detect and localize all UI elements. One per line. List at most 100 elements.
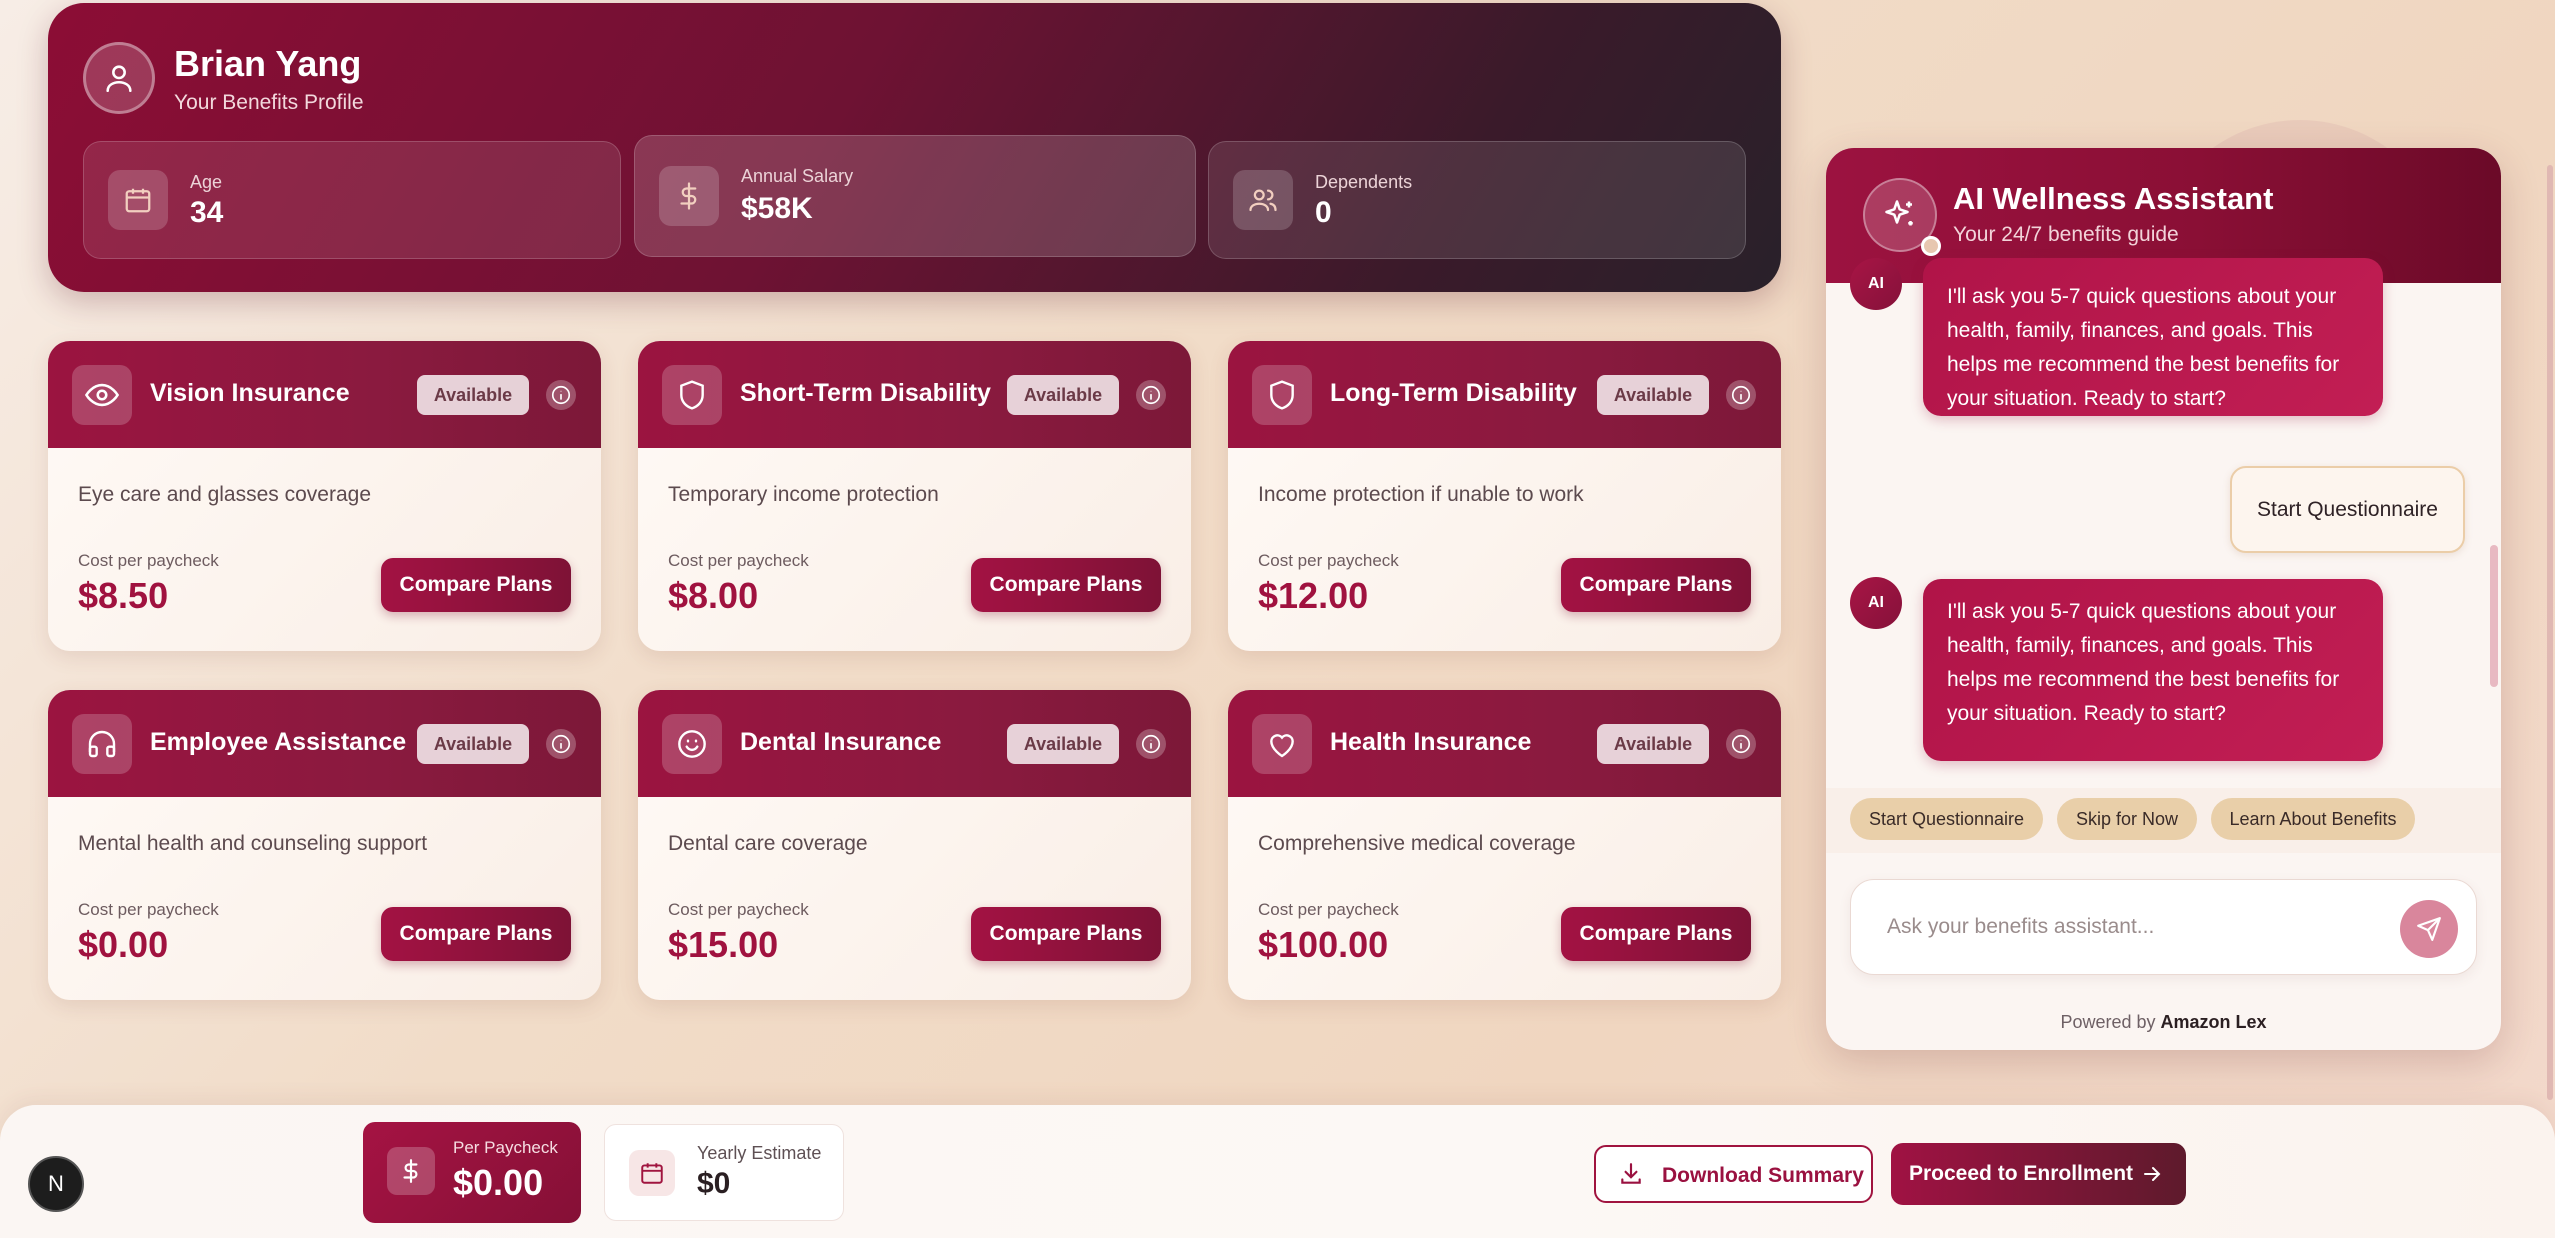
quick-reply-skip[interactable]: Skip for Now (2057, 798, 2197, 840)
card-title: Employee Assistance (150, 728, 407, 756)
card-price: $0.00 (78, 924, 169, 965)
quick-reply-start-questionnaire[interactable]: Start Questionnaire (1850, 798, 2043, 840)
card-title: Dental Insurance (740, 728, 942, 756)
cost-label: Cost per paycheck (668, 900, 809, 919)
card-description: Eye care and glasses coverage (78, 483, 372, 506)
cost-label: Cost per paycheck (78, 900, 219, 919)
yearly-estimate-summary: Yearly Estimate $0 (604, 1124, 844, 1221)
card-header: Health Insurance Available (1228, 690, 1781, 797)
card-title: Long-Term Disability (1330, 379, 1577, 407)
download-label: Download Summary (1662, 1164, 1864, 1187)
info-icon[interactable] (546, 729, 576, 759)
benefit-card-long-term-disability: Long-Term Disability Available Income pr… (1228, 341, 1781, 651)
status-badge: Available (417, 375, 529, 415)
stat-dependents: Dependents 0 (1208, 141, 1746, 259)
card-header: Short-Term Disability Available (638, 341, 1191, 448)
shield-icon (1252, 365, 1312, 425)
powered-by: Powered by Amazon Lex (1826, 1012, 2501, 1033)
compare-plans-button[interactable]: Compare Plans (971, 558, 1161, 612)
ai-avatar: AI (1850, 258, 1902, 310)
stat-salary: Annual Salary $58K (634, 135, 1196, 257)
per-paycheck-summary: Per Paycheck $0.00 (363, 1122, 581, 1223)
chat-widget: AI Wellness Assistant Your 24/7 benefits… (1826, 148, 2501, 1050)
stat-value: 0 (1315, 196, 1332, 229)
cost-label: Cost per paycheck (1258, 551, 1399, 570)
cost-label: Cost per paycheck (1258, 900, 1399, 919)
eye-icon (72, 365, 132, 425)
chat-subtitle: Your 24/7 benefits guide (1953, 223, 2179, 246)
dev-badge[interactable]: N (28, 1156, 84, 1212)
chat-input-container (1850, 879, 2477, 975)
benefit-card-health: Health Insurance Available Comprehensive… (1228, 690, 1781, 1000)
ai-message: I'll ask you 5-7 quick questions about y… (1923, 258, 2383, 416)
powered-prefix: Powered by (2060, 1012, 2156, 1032)
card-header: Long-Term Disability Available (1228, 341, 1781, 448)
stat-age: Age 34 (83, 141, 621, 259)
benefit-card-vision: Vision Insurance Available Eye care and … (48, 341, 601, 651)
card-price: $15.00 (668, 924, 779, 965)
chat-scrollbar[interactable] (2490, 545, 2498, 687)
status-badge: Available (1007, 724, 1119, 764)
card-title: Health Insurance (1330, 728, 1532, 756)
page-scrollbar[interactable] (2547, 165, 2553, 1100)
card-title: Short-Term Disability (740, 379, 991, 407)
dollar-icon (387, 1147, 435, 1195)
info-icon[interactable] (1136, 729, 1166, 759)
info-icon[interactable] (1726, 729, 1756, 759)
user-avatar (83, 42, 155, 114)
card-description: Temporary income protection (668, 483, 939, 506)
headphones-icon (72, 714, 132, 774)
compare-plans-button[interactable]: Compare Plans (971, 907, 1161, 961)
proceed-to-enrollment-button[interactable]: Proceed to Enrollment (1891, 1143, 2186, 1205)
dollar-icon (659, 166, 719, 226)
online-indicator (1921, 236, 1941, 256)
benefit-card-employee-assistance: Employee Assistance Available Mental hea… (48, 690, 601, 1000)
send-button[interactable] (2400, 900, 2458, 958)
quick-reply-learn[interactable]: Learn About Benefits (2211, 798, 2415, 840)
status-badge: Available (417, 724, 529, 764)
compare-plans-button[interactable]: Compare Plans (1561, 907, 1751, 961)
benefit-card-dental: Dental Insurance Available Dental care c… (638, 690, 1191, 1000)
profile-subtitle: Your Benefits Profile (174, 91, 364, 114)
calendar-icon (108, 170, 168, 230)
card-price: $100.00 (1258, 924, 1389, 965)
ai-message: I'll ask you 5-7 quick questions about y… (1923, 579, 2383, 761)
compare-plans-button[interactable]: Compare Plans (381, 558, 571, 612)
stat-label: Annual Salary (741, 166, 854, 186)
info-icon[interactable] (1136, 380, 1166, 410)
calendar-icon (629, 1150, 675, 1196)
info-icon[interactable] (546, 380, 576, 410)
powered-brand: Amazon Lex (2160, 1012, 2267, 1032)
profile-header: Brian Yang Your Benefits Profile Age 34 … (48, 3, 1781, 292)
info-icon[interactable] (1726, 380, 1756, 410)
card-title: Vision Insurance (150, 379, 350, 407)
status-badge: Available (1597, 375, 1709, 415)
cost-label: Cost per paycheck (78, 551, 219, 570)
chat-input[interactable] (1871, 898, 2381, 956)
download-summary-button[interactable]: Download Summary (1594, 1145, 1873, 1203)
card-header: Dental Insurance Available (638, 690, 1191, 797)
chat-title: AI Wellness Assistant (1953, 181, 2274, 216)
status-badge: Available (1597, 724, 1709, 764)
quick-replies: Start Questionnaire Skip for Now Learn A… (1826, 788, 2501, 853)
cost-label: Cost per paycheck (668, 551, 809, 570)
per-paycheck-value: $0.00 (453, 1162, 544, 1203)
card-price: $8.00 (668, 575, 759, 616)
heart-icon (1252, 714, 1312, 774)
compare-plans-button[interactable]: Compare Plans (1561, 558, 1751, 612)
card-description: Income protection if unable to work (1258, 483, 1584, 506)
enroll-label: Proceed to Enrollment (1909, 1162, 2134, 1185)
card-price: $8.50 (78, 575, 169, 616)
yearly-label: Yearly Estimate (697, 1143, 822, 1163)
card-description: Dental care coverage (668, 832, 868, 855)
stat-label: Dependents (1315, 172, 1413, 192)
ai-avatar: AI (1850, 577, 1902, 629)
yearly-value: $0 (697, 1167, 731, 1200)
status-badge: Available (1007, 375, 1119, 415)
card-header: Employee Assistance Available (48, 690, 601, 797)
stat-value: $58K (741, 192, 813, 225)
shield-icon (662, 365, 722, 425)
compare-plans-button[interactable]: Compare Plans (381, 907, 571, 961)
user-message: Start Questionnaire (2230, 466, 2465, 553)
benefit-card-short-term-disability: Short-Term Disability Available Temporar… (638, 341, 1191, 651)
